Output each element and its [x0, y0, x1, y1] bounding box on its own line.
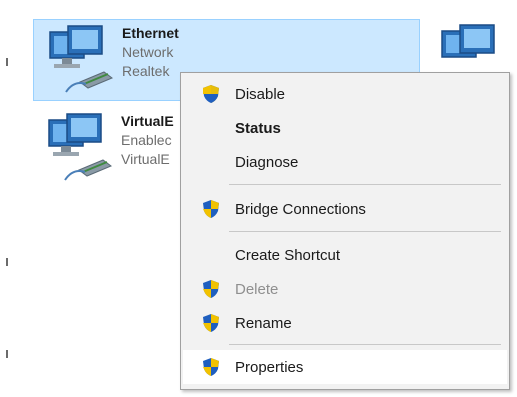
menu-item-rename[interactable]: Rename [183, 306, 507, 340]
menu-item-label: Status [235, 119, 281, 137]
context-menu: Disable Status Diagnose Bridge Connectio… [180, 72, 510, 390]
shield-icon [201, 199, 221, 219]
adapter-network-status: Enablec [121, 132, 172, 148]
menu-item-properties[interactable]: Properties [183, 350, 507, 384]
adapter-network-status: Network [122, 44, 174, 60]
window-left-edge [0, 0, 12, 397]
shield-icon [201, 357, 221, 377]
menu-item-label: Diagnose [235, 153, 299, 171]
shield-icon [201, 84, 221, 104]
menu-item-delete[interactable]: Delete [183, 272, 507, 306]
adapter-name: Ethernet [122, 25, 179, 41]
menu-separator [229, 344, 501, 345]
edge-marker [6, 258, 8, 266]
network-adapter-icon [42, 22, 122, 96]
menu-item-status[interactable]: Status [183, 111, 507, 145]
shield-icon [201, 279, 221, 299]
menu-separator [229, 184, 501, 185]
menu-item-label: Delete [235, 280, 279, 298]
menu-item-label: Create Shortcut [235, 246, 341, 264]
shield-icon [201, 313, 221, 333]
menu-item-create-shortcut[interactable]: Create Shortcut [183, 238, 507, 272]
menu-item-bridge-connections[interactable]: Bridge Connections [183, 192, 507, 226]
menu-item-label: Rename [235, 314, 292, 332]
menu-separator [229, 231, 501, 232]
network-adapter-icon [41, 110, 121, 184]
menu-item-label: Disable [235, 85, 286, 103]
adapter-name: VirtualE [121, 113, 174, 129]
edge-marker [6, 58, 8, 66]
edge-marker [6, 350, 8, 358]
menu-item-disable[interactable]: Disable [183, 77, 507, 111]
adapter-virtual[interactable]: VirtualE Enablec VirtualE [33, 108, 183, 190]
menu-item-label: Properties [235, 358, 304, 376]
menu-item-label: Bridge Connections [235, 200, 366, 218]
menu-item-diagnose[interactable]: Diagnose [183, 145, 507, 179]
adapter-device-name: VirtualE [121, 151, 170, 167]
